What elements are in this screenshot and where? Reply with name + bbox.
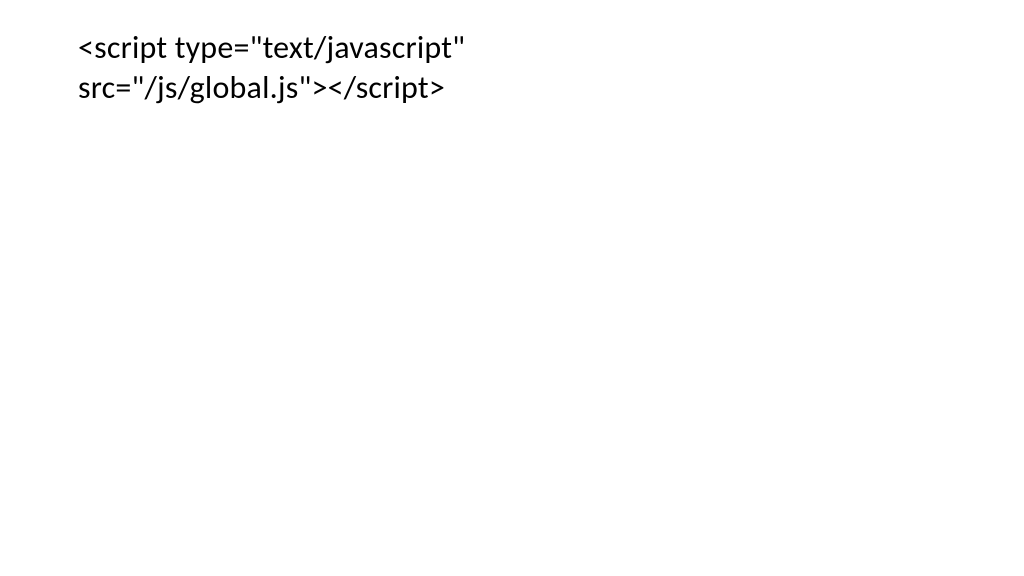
code-snippet: <script type="text/javascript" src="/js/…: [78, 28, 946, 108]
code-line-2: src="/js/global.js"></script>: [78, 68, 445, 107]
code-line-1: <script type="text/javascript": [78, 28, 465, 67]
